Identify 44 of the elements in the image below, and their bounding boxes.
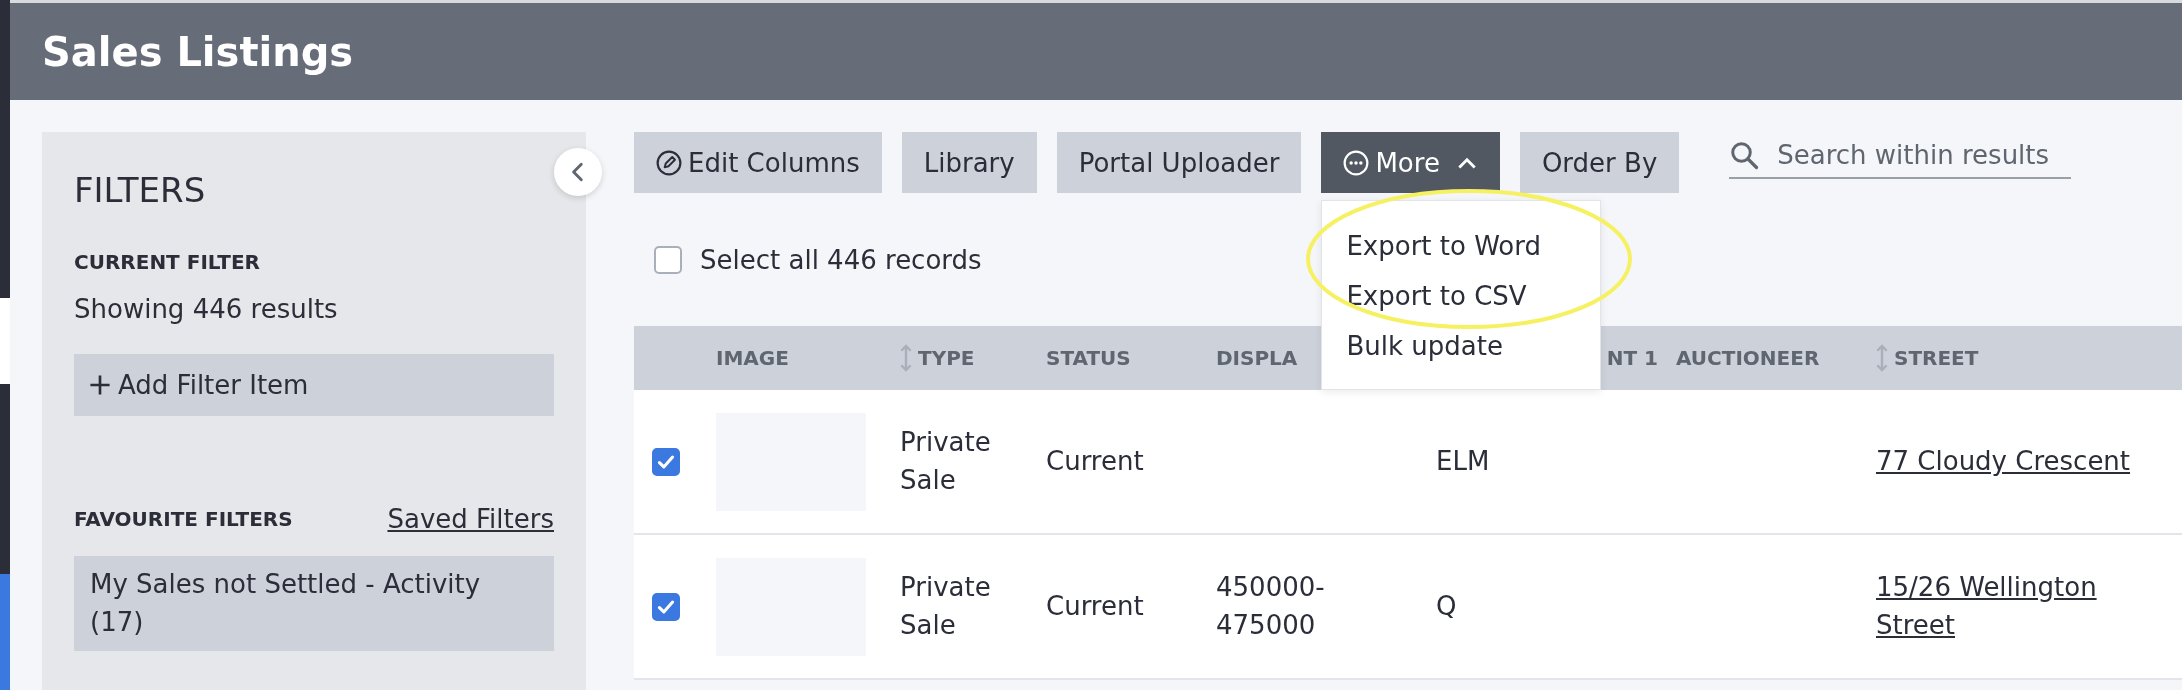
menu-item[interactable]: Export to Word (1322, 221, 1601, 271)
collapse-button[interactable] (554, 148, 602, 196)
section-heading: CURRENT FILTER (74, 250, 261, 274)
checkbox[interactable] (652, 447, 680, 476)
toolbar-button[interactable]: Edit Columns (634, 132, 882, 193)
toolbar-button[interactable]: Order By (1519, 132, 1680, 193)
column-header[interactable]: STREET (1876, 343, 1979, 373)
panel-title: FILTERS (74, 170, 207, 210)
saved-filters-link[interactable]: Saved Filters (387, 504, 554, 534)
favourite-filter[interactable]: My Sales not Settled - Activity (17) (74, 556, 554, 652)
checkbox[interactable] (652, 592, 680, 621)
menu-item[interactable]: Export to CSV (1322, 271, 1601, 321)
table-row[interactable]: Private Sale Current 450000-475000 Q 15/26 Wellington Street (634, 535, 2182, 680)
table-cell-text: Private Sale (900, 570, 992, 642)
select-all-label: Select all 446 records (700, 244, 982, 275)
more-icon (1343, 149, 1370, 176)
table-cell-text: 450000-475000 (1216, 570, 1326, 642)
pencil-icon (656, 149, 682, 176)
more-button[interactable]: More (1321, 132, 1500, 193)
street-link[interactable]: 15/26 Wellington Street (1876, 568, 2176, 645)
search-icon (1729, 139, 1760, 170)
column-header: IMAGE (716, 346, 789, 370)
menu-item[interactable]: Bulk update (1322, 321, 1601, 371)
street-link[interactable]: 77 Cloudy Crescent (1876, 442, 2131, 481)
table-cell-text: Q (1436, 589, 1457, 623)
results-summary: Showing 446 results (74, 294, 339, 324)
add-filter-button[interactable]: Add Filter Item (74, 354, 554, 416)
column-header: STATUS (1046, 346, 1131, 370)
table-row[interactable]: Private Sale Current ELM 77 Cloudy Crescent (634, 390, 2182, 535)
checkbox[interactable] (654, 245, 682, 274)
table-cell-text: Current (1046, 444, 1144, 478)
toolbar-button[interactable]: Library (901, 132, 1037, 193)
column-header: AUCTIONEER (1676, 346, 1820, 370)
table-cell-text: Current (1046, 589, 1144, 623)
section-heading: FAVOURITE FILTERS (74, 507, 293, 531)
toolbar-button[interactable]: Portal Uploader (1056, 132, 1302, 193)
page-title: Sales Listings (42, 28, 354, 75)
table-cell-text: Private Sale (900, 425, 992, 497)
column-header: DISPLA (1216, 346, 1298, 370)
column-header[interactable]: TYPE (900, 343, 975, 373)
search-field[interactable]: Search within results (1729, 132, 2072, 179)
column-header: NT 1 (1606, 346, 1658, 370)
plus-icon (88, 373, 112, 397)
table-cell-text: ELM (1436, 444, 1490, 478)
